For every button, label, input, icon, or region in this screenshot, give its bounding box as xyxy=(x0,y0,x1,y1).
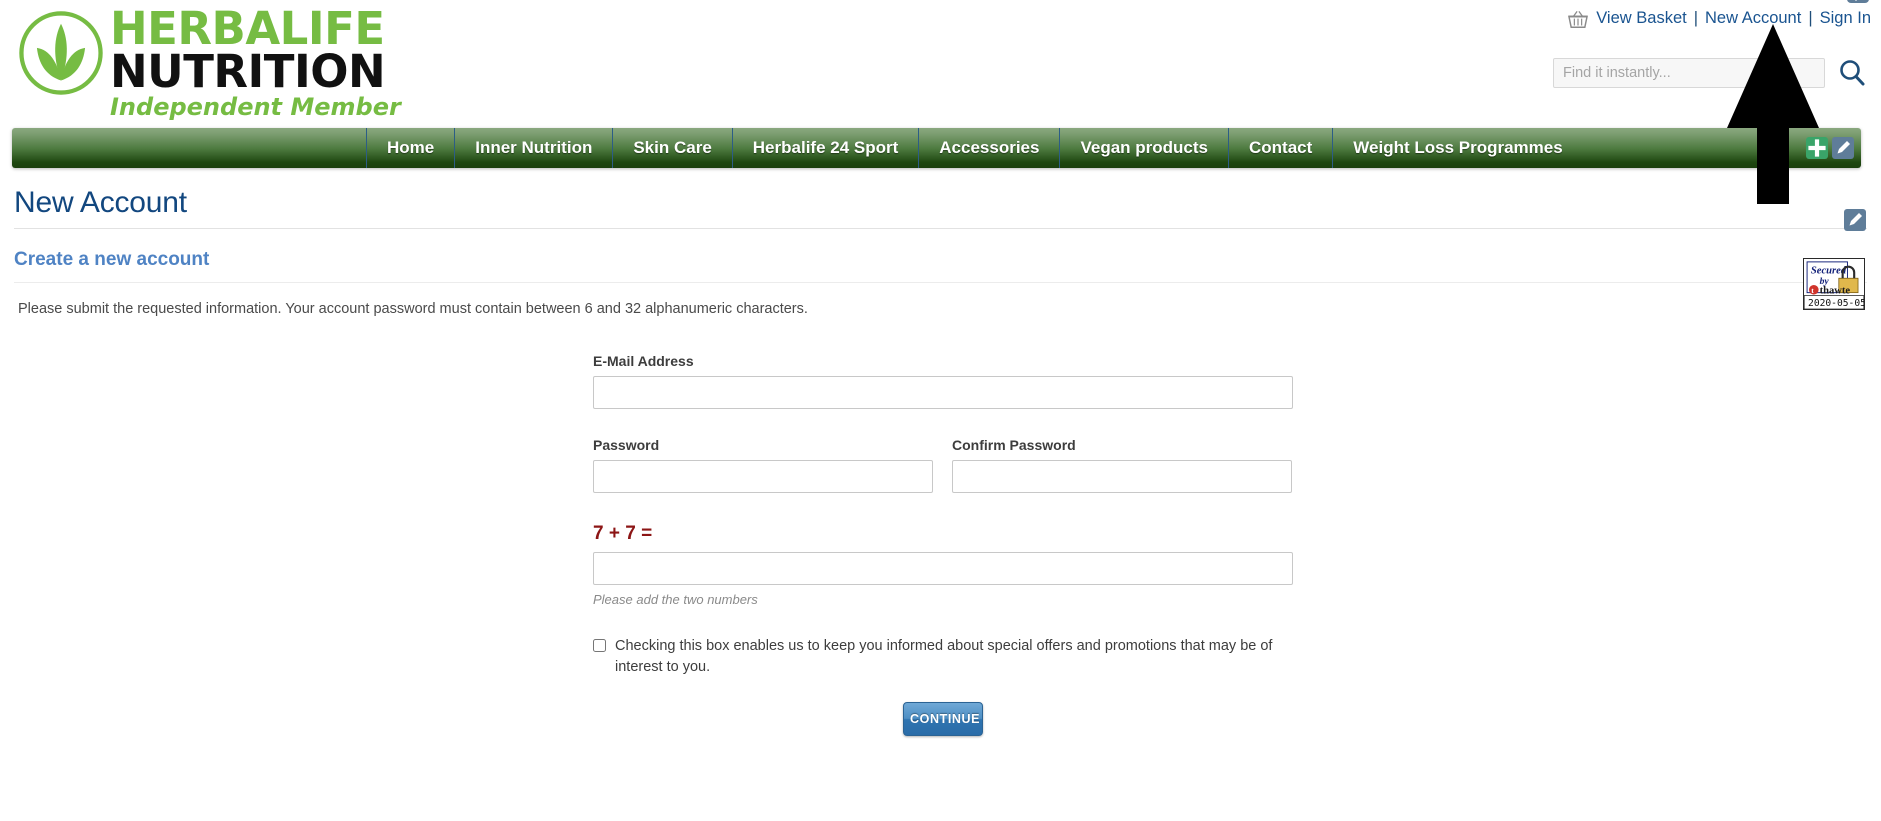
main-navigation: Home Inner Nutrition Skin Care Herbalife… xyxy=(12,128,1861,168)
captcha-input[interactable] xyxy=(593,552,1293,585)
search-icon[interactable] xyxy=(1837,58,1867,88)
section-title: Create a new account xyxy=(14,249,210,270)
sign-in-link[interactable]: Sign In xyxy=(1820,9,1871,28)
captcha-hint: Please add the two numbers xyxy=(593,592,758,607)
link-separator-2: | xyxy=(1808,8,1813,27)
thawte-badge-graphic: Secured by t thawte 2020-05-05 xyxy=(1803,259,1866,310)
section-divider xyxy=(14,282,1867,283)
pencil-icon[interactable] xyxy=(1831,136,1855,160)
password-col: Password xyxy=(593,437,933,493)
password-label: Password xyxy=(593,437,660,453)
plus-icon[interactable] xyxy=(1805,136,1829,160)
nav-item-vegan-products[interactable]: Vegan products xyxy=(1059,128,1228,168)
nav-item-home[interactable]: Home xyxy=(366,128,454,168)
newsletter-row: Checking this box enables us to keep you… xyxy=(593,636,1293,678)
link-separator-1: | xyxy=(1693,8,1699,27)
email-input[interactable] xyxy=(593,376,1293,409)
page-edit-pencil-icon[interactable] xyxy=(1843,208,1867,232)
herbalife-leaf-logo-icon xyxy=(19,11,103,95)
password-row: Password Confirm Password xyxy=(593,437,1293,493)
submit-row: CONTINUE xyxy=(593,702,1293,736)
nav-admin-icons xyxy=(1805,128,1861,168)
newsletter-checkbox[interactable] xyxy=(593,639,606,652)
site-header: HERBALIFE NUTRITION Independent Member V… xyxy=(0,0,1881,121)
intro-text: Please submit the requested information.… xyxy=(18,301,808,317)
search-area xyxy=(1553,58,1867,88)
nav-item-skin-care[interactable]: Skin Care xyxy=(612,128,731,168)
view-basket-link[interactable]: View Basket xyxy=(1596,9,1687,28)
basket-icon[interactable] xyxy=(1567,10,1589,30)
herbalife-logo[interactable]: HERBALIFE NUTRITION Independent Member xyxy=(14,4,474,121)
email-label: E-Mail Address xyxy=(593,353,694,369)
confirm-password-label: Confirm Password xyxy=(952,437,1076,453)
new-account-form: E-Mail Address Password Confirm Password… xyxy=(593,353,1293,736)
nav-item-weight-loss-programmes[interactable]: Weight Loss Programmes xyxy=(1332,128,1582,168)
nav-item-herbalife-24-sport[interactable]: Herbalife 24 Sport xyxy=(731,128,919,168)
continue-button[interactable]: CONTINUE xyxy=(903,702,983,736)
main-content: New Account Create a new account Please … xyxy=(0,168,1881,736)
logo-line-member: Independent Member xyxy=(110,93,401,121)
search-input[interactable] xyxy=(1553,58,1825,88)
top-utility-links: View Basket | New Account | Sign In xyxy=(1567,8,1871,28)
nav-left-spacer xyxy=(12,128,366,168)
newsletter-label[interactable]: Checking this box enables us to keep you… xyxy=(615,636,1293,678)
logo-wordmark: HERBALIFE NUTRITION Independent Member xyxy=(110,6,401,122)
svg-text:2020-05-05: 2020-05-05 xyxy=(1808,298,1864,309)
svg-text:t: t xyxy=(1811,286,1814,295)
svg-text:Secured: Secured xyxy=(1811,265,1847,276)
page-title: New Account xyxy=(14,186,187,219)
confirm-password-input[interactable] xyxy=(952,460,1292,493)
new-account-link[interactable]: New Account xyxy=(1705,9,1801,28)
svg-text:thawte: thawte xyxy=(1820,286,1851,297)
captcha-question: 7 + 7 = xyxy=(593,523,653,544)
nav-item-inner-nutrition[interactable]: Inner Nutrition xyxy=(454,128,612,168)
nav-item-contact[interactable]: Contact xyxy=(1228,128,1332,168)
page-root: HERBALIFE NUTRITION Independent Member V… xyxy=(0,0,1881,821)
thawte-secured-badge: Secured by t thawte 2020-05-05 xyxy=(1803,258,1866,310)
nav-item-accessories[interactable]: Accessories xyxy=(918,128,1059,168)
title-divider xyxy=(14,228,1867,229)
confirm-password-col: Confirm Password xyxy=(952,437,1292,493)
password-input[interactable] xyxy=(593,460,933,493)
logo-line-nutrition: NUTRITION xyxy=(110,45,386,98)
